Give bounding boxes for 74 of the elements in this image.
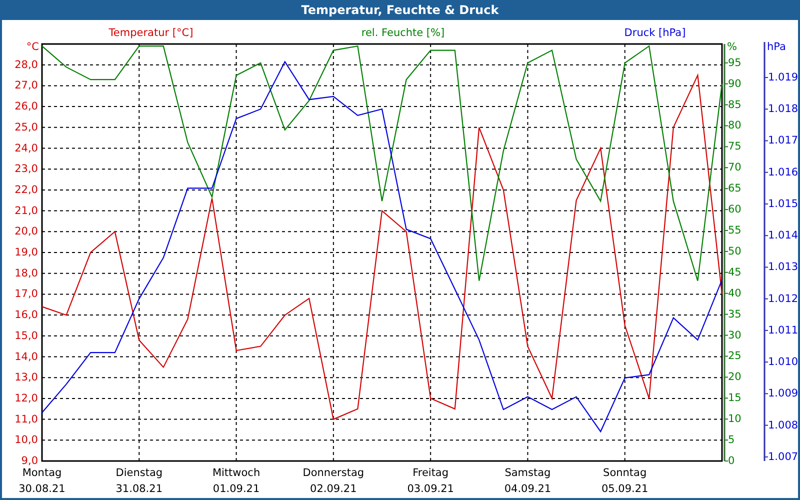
axis-tick-label: 1.008	[768, 419, 798, 432]
day-label: Freitag	[412, 467, 449, 479]
series-legend-label: Temperatur [°C]	[108, 27, 194, 39]
axis-tick-label: 75	[728, 140, 742, 153]
axis-tick-label: 21,0	[14, 204, 38, 217]
axis-tick-label: 55	[728, 224, 742, 236]
axis-tick-label: 1.012	[768, 292, 798, 305]
axis-tick-label: 9,0	[21, 455, 38, 467]
date-label: 03.09.21	[407, 483, 454, 495]
axis-tick-label: 1.019	[768, 72, 798, 84]
axis-tick-label: 35	[728, 308, 742, 320]
axis-unit-label: °C	[26, 41, 39, 53]
axis-unit-label: hPa	[767, 41, 786, 53]
axis-tick-label: 1.016	[768, 166, 798, 178]
axis-tick-label: 19,0	[14, 246, 38, 258]
date-label: 05.09.21	[601, 483, 648, 495]
date-label: 01.09.21	[212, 483, 260, 495]
axis-tick-label: 22,0	[14, 184, 38, 196]
day-label: Dienstag	[116, 467, 163, 479]
axis-tick-label: 10,0	[14, 434, 38, 446]
axis-tick-label: 45	[728, 266, 742, 278]
axis-tick-label: 1.015	[768, 198, 798, 210]
axis-tick-label: 60	[728, 204, 742, 216]
date-label: 30.08.21	[18, 483, 66, 495]
axis-tick-label: 20	[728, 371, 742, 384]
axis-tick-label: 80	[728, 120, 742, 132]
axis-tick-label: 95	[728, 56, 742, 69]
series-legend-label: rel. Feuchte [%]	[361, 27, 445, 39]
axis-tick-label: 1.011	[768, 324, 798, 336]
axis-tick-label: 1.010	[768, 356, 798, 368]
axis-tick-label: 0	[728, 455, 735, 467]
axis-tick-label: 40	[728, 287, 742, 300]
axis-tick-label: 85	[728, 98, 742, 111]
axis-tick-label: 23,0	[14, 163, 38, 176]
axis-tick-label: 16,0	[14, 309, 38, 322]
axis-tick-label: 25,0	[14, 121, 38, 134]
axis-tick-label: 15,0	[14, 330, 38, 342]
axis-tick-label: 13,0	[14, 372, 38, 384]
axis-tick-label: 12,0	[14, 392, 38, 404]
axis-tick-label: 14,0	[14, 350, 38, 363]
axis-tick-label: 65	[728, 182, 742, 195]
axis-tick-label: 1.014	[768, 230, 798, 242]
axis-tick-label: 1.009	[768, 388, 798, 400]
axis-tick-label: 26,0	[14, 100, 38, 113]
date-label: 31.08.21	[116, 483, 163, 495]
axis-tick-label: 1.013	[768, 261, 798, 274]
axis-tick-label: 90	[728, 78, 742, 90]
axis-tick-label: 10	[728, 413, 742, 426]
axis-tick-label: 27,0	[14, 80, 38, 92]
axis-tick-label: 1.018	[768, 103, 798, 116]
axis-tick-label: 70	[728, 162, 742, 174]
axis-tick-label: 1.017	[768, 134, 798, 147]
axis-tick-label: 5	[728, 434, 735, 446]
date-label: 02.09.21	[310, 483, 357, 495]
axis-tick-label: 17,0	[14, 288, 38, 300]
day-label: Sonntag	[603, 467, 647, 479]
axis-tick-label: 28,0	[14, 58, 38, 71]
day-label: Mittwoch	[212, 467, 260, 479]
window-title: Temperatur, Feuchte & Druck	[300, 2, 500, 19]
axis-tick-label: 20,0	[14, 226, 38, 238]
axis-tick-label: 24,0	[14, 142, 38, 154]
axis-tick-label: 11,0	[14, 413, 38, 426]
day-label: Donnerstag	[302, 467, 364, 479]
axis-unit-label: %	[727, 41, 737, 53]
day-label: Samstag	[504, 467, 551, 479]
date-label: 04.09.21	[504, 483, 552, 495]
day-label: Montag	[22, 467, 62, 479]
axis-tick-label: 30	[728, 329, 742, 342]
series-legend-label: Druck [hPa]	[624, 27, 686, 39]
axis-tick-label: 15	[728, 392, 742, 404]
axis-tick-label: 50	[728, 245, 742, 258]
axis-tick-label: 18,0	[14, 267, 38, 280]
axis-tick-label: 1.007	[768, 450, 798, 463]
axis-tick-label: 25	[728, 350, 742, 362]
